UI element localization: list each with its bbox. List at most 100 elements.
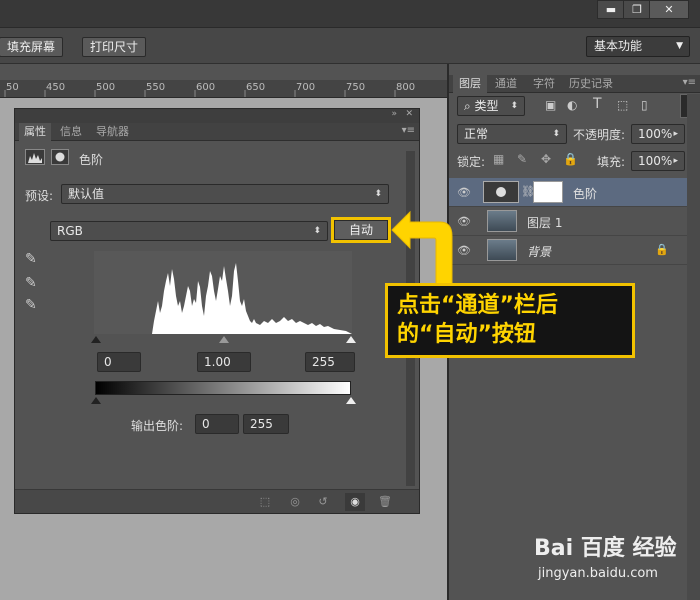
fill-screen-button[interactable]: 填充屏幕: [0, 37, 64, 57]
input-black-field[interactable]: 0: [97, 352, 141, 372]
options-bar: 填充屏幕 打印尺寸 基本功能 ▼: [0, 28, 700, 64]
chevron-right-icon: ▸: [673, 156, 678, 166]
mask-icon[interactable]: [51, 149, 69, 165]
gray-eyedropper-icon[interactable]: ✎: [25, 275, 37, 291]
layer-name: 色阶: [573, 187, 598, 201]
lock-brush-icon[interactable]: ✎: [517, 152, 527, 166]
workspace-value: 基本功能: [594, 39, 643, 53]
layer-thumbnail: [487, 239, 517, 261]
layers-scrollbar[interactable]: [687, 94, 700, 600]
tab-info[interactable]: 信息: [55, 123, 87, 141]
filter-type-icon[interactable]: T: [593, 96, 602, 112]
ruler-label: 450: [46, 82, 66, 93]
output-gradient: [95, 381, 351, 395]
channel-value: RGB: [57, 224, 83, 238]
mask-thumbnail: [533, 181, 563, 203]
output-sliders[interactable]: [91, 395, 357, 406]
layer-name: 图层 1: [527, 216, 563, 230]
callout-arrow: [391, 210, 453, 285]
filter-shape-icon[interactable]: ⬚: [617, 98, 628, 112]
lock-move-icon[interactable]: ✥: [541, 152, 551, 166]
chevron-updown-icon: ⬍: [313, 226, 321, 236]
output-white-field[interactable]: 255: [243, 414, 289, 434]
output-black-field[interactable]: 0: [195, 414, 239, 434]
close-button[interactable]: ✕: [649, 0, 689, 19]
ruler-label: 650: [246, 82, 266, 93]
callout-line-1: 点击“通道”栏后: [397, 293, 558, 318]
fill-label: 填充:: [597, 155, 626, 169]
mask-icon-graphic: [55, 152, 65, 162]
filter-smartobject-icon[interactable]: ▯: [641, 98, 648, 112]
layer-row[interactable]: 👁 图层 1: [449, 207, 687, 236]
print-size-button[interactable]: 打印尺寸: [82, 37, 147, 57]
chevron-updown-icon: ⬍: [510, 101, 518, 111]
output-label: 输出色阶:: [131, 419, 184, 433]
levels-icon-graphic: [28, 153, 42, 163]
panel-menu-icon[interactable]: ▾≡: [683, 77, 696, 88]
input-sliders[interactable]: [91, 334, 357, 346]
properties-tabs: 属性 信息 导航器 ▾≡: [15, 123, 419, 141]
preset-value: 默认值: [68, 187, 105, 201]
view-previous-icon[interactable]: ◎: [285, 493, 305, 511]
eye-icon[interactable]: 👁: [457, 186, 471, 199]
close-icon[interactable]: ✕: [405, 109, 413, 119]
layer-name: 背景: [527, 245, 552, 259]
white-eyedropper-icon[interactable]: ✎: [25, 297, 37, 313]
adjustment-thumbnail: [483, 181, 519, 203]
ruler-label: 700: [296, 82, 316, 93]
ruler-label: 600: [196, 82, 216, 93]
trash-icon[interactable]: 🗑: [375, 493, 395, 511]
tab-history[interactable]: 历史记录: [563, 75, 619, 93]
horizontal-ruler: 50 450 500 550 600 650 700 750 800: [0, 80, 447, 98]
lock-label: 锁定:: [457, 155, 486, 169]
callout-box: 点击“通道”栏后 的“自动”按钮: [385, 283, 635, 358]
layer-row[interactable]: 👁 ⛓ 色阶: [449, 178, 687, 207]
title-bar: ▬ ❐ ✕: [0, 0, 700, 28]
restore-button[interactable]: ❐: [623, 0, 651, 19]
filter-value: 类型: [474, 99, 499, 113]
clip-to-layer-icon[interactable]: ⬚: [255, 493, 275, 511]
tab-character[interactable]: 字符: [527, 75, 561, 93]
panel-header: » ✕: [15, 109, 419, 123]
layer-filter-select[interactable]: ⌕ 类型 ⬍: [457, 96, 525, 116]
lock-icon: 🔒: [655, 243, 669, 256]
ruler-label: 550: [146, 82, 166, 93]
preset-label: 预设:: [25, 189, 54, 203]
black-eyedropper-icon[interactable]: ✎: [25, 251, 37, 267]
tab-layers[interactable]: 图层: [453, 75, 487, 93]
blend-mode-select[interactable]: 正常 ⬍: [457, 124, 567, 144]
input-gamma-field[interactable]: 1.00: [197, 352, 251, 372]
lock-all-icon[interactable]: 🔒: [563, 152, 578, 166]
minimize-button[interactable]: ▬: [597, 0, 625, 19]
reset-icon[interactable]: ↺: [313, 493, 333, 511]
opacity-field[interactable]: 100% ▸: [631, 124, 685, 144]
fill-value: 100%: [638, 154, 673, 168]
histogram: [94, 251, 352, 334]
channel-select[interactable]: RGB ⬍: [50, 221, 328, 241]
input-white-field[interactable]: 255: [305, 352, 355, 372]
chevron-right-icon: ▸: [673, 129, 678, 139]
tab-properties[interactable]: 属性: [19, 123, 51, 141]
lock-transparency-icon[interactable]: ▦: [493, 152, 504, 166]
opacity-value: 100%: [638, 127, 673, 141]
layer-row[interactable]: 👁 背景 🔒: [449, 236, 687, 265]
watermark-logo: Bai 百度 经验: [534, 536, 677, 561]
fill-field[interactable]: 100% ▸: [631, 151, 685, 171]
collapse-icon[interactable]: »: [391, 109, 397, 119]
adjustment-title: 色阶: [79, 153, 104, 167]
workspace-select[interactable]: 基本功能 ▼: [586, 36, 690, 57]
tab-navigator[interactable]: 导航器: [91, 123, 134, 141]
chevron-updown-icon: ⬍: [374, 189, 382, 199]
layers-tabs: 图层 通道 字符 历史记录 ▾≡: [449, 75, 700, 93]
preset-select[interactable]: 默认值 ⬍: [61, 184, 389, 204]
visibility-icon[interactable]: ◉: [345, 493, 365, 511]
callout-line-2: 的“自动”按钮: [397, 322, 536, 347]
panel-menu-icon[interactable]: ▾≡: [402, 125, 415, 136]
adjustment-thumb-graphic: [496, 187, 506, 197]
ruler-label: 800: [396, 82, 416, 93]
tab-channels[interactable]: 通道: [489, 75, 523, 93]
opacity-label: 不透明度:: [573, 128, 626, 142]
filter-pixel-icon[interactable]: ▣: [545, 98, 556, 112]
levels-icon: [25, 149, 45, 165]
filter-adjustment-icon[interactable]: ◐: [567, 98, 577, 112]
